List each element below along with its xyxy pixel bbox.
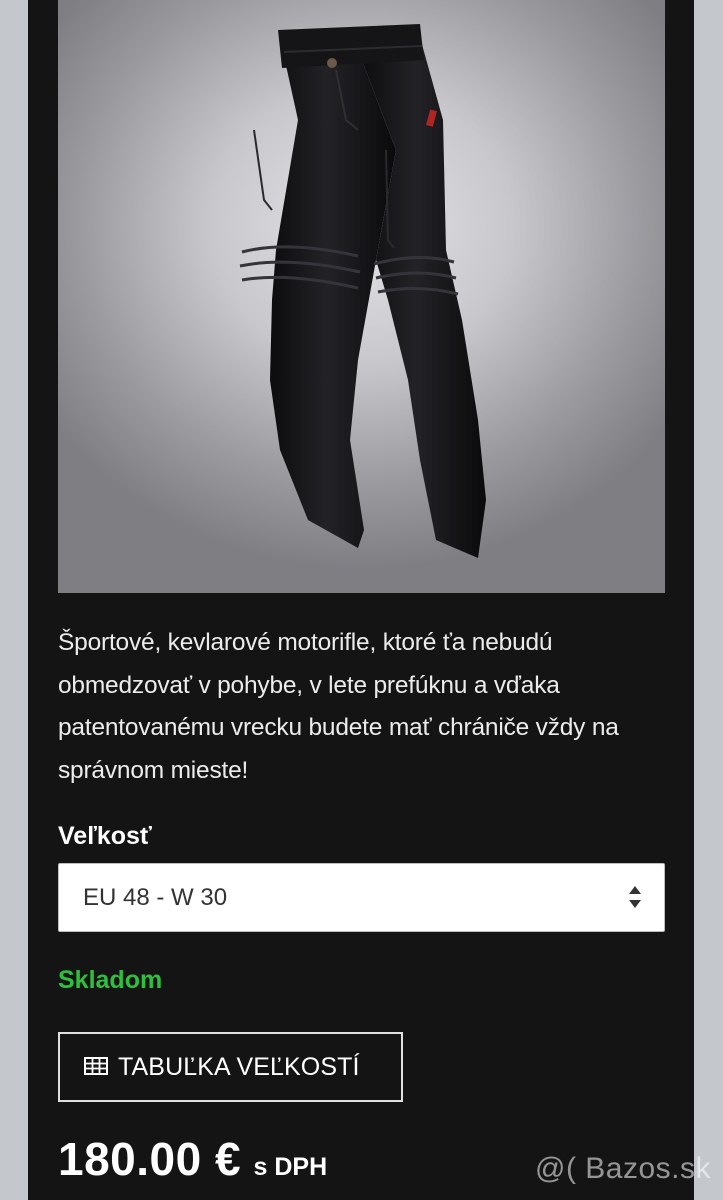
size-label: Veľkosť — [58, 822, 152, 850]
size-table-button[interactable]: TABUĽKA VEĽKOSTÍ — [58, 1032, 403, 1102]
bazos-watermark: @( Bazos.sk — [535, 1152, 711, 1185]
stock-status: Skladom — [58, 966, 163, 994]
price-amount: 180.00 € — [58, 1133, 242, 1185]
product-panel: Športové, kevlarové motorifle, ktoré ťa … — [28, 0, 694, 1200]
sort-icon — [629, 886, 641, 908]
product-image[interactable] — [58, 0, 665, 593]
size-select[interactable]: EU 48 - W 30 — [58, 863, 665, 932]
pants-illustration — [239, 24, 486, 558]
table-icon — [84, 1057, 108, 1075]
selected-size-value: EU 48 - W 30 — [83, 884, 228, 911]
product-description: Športové, kevlarové motorifle, ktoré ťa … — [58, 629, 619, 784]
price: 180.00 € s DPH — [58, 1132, 327, 1186]
size-table-button-label: TABUĽKA VEĽKOSTÍ — [118, 1053, 360, 1081]
vat-note: s DPH — [253, 1153, 328, 1181]
